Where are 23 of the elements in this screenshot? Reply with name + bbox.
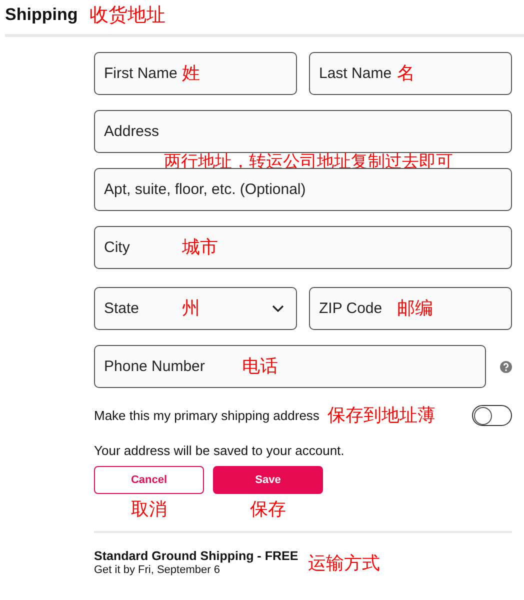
annotation: 州 <box>182 297 201 320</box>
chevron-icon <box>272 304 284 312</box>
primary-address-label: Make this my primary shipping address <box>94 408 320 422</box>
toggle-switch[interactable] <box>472 404 512 426</box>
input-field[interactable]: Apt, suite, floor, etc. (Optional) <box>94 168 512 211</box>
annotation: 保存到地址薄 <box>327 404 436 427</box>
annotation: 邮编 <box>397 297 433 320</box>
help-icon[interactable] <box>500 360 512 372</box>
annotation: 取消 <box>131 498 167 521</box>
annotation: 收货地址 <box>90 3 166 28</box>
cancel-button[interactable]: Cancel <box>94 466 204 494</box>
saved-notice: Your address will be saved to your account. <box>94 443 346 458</box>
input-field[interactable]: Address <box>94 110 512 153</box>
save-button[interactable]: Save <box>213 466 323 494</box>
shipping-method-title: Standard Ground Shipping - FREE <box>94 549 298 563</box>
section-title: Shipping <box>5 5 78 25</box>
annotation: 保存 <box>250 498 286 521</box>
annotation: 电话 <box>242 355 278 378</box>
annotation: 城市 <box>182 236 218 259</box>
annotation: 姓 <box>182 62 200 85</box>
annotation: 运输方式 <box>308 552 380 574</box>
delivery-date: Get it by Fri, September 6 <box>94 564 221 576</box>
annotation: 名 <box>397 62 415 85</box>
